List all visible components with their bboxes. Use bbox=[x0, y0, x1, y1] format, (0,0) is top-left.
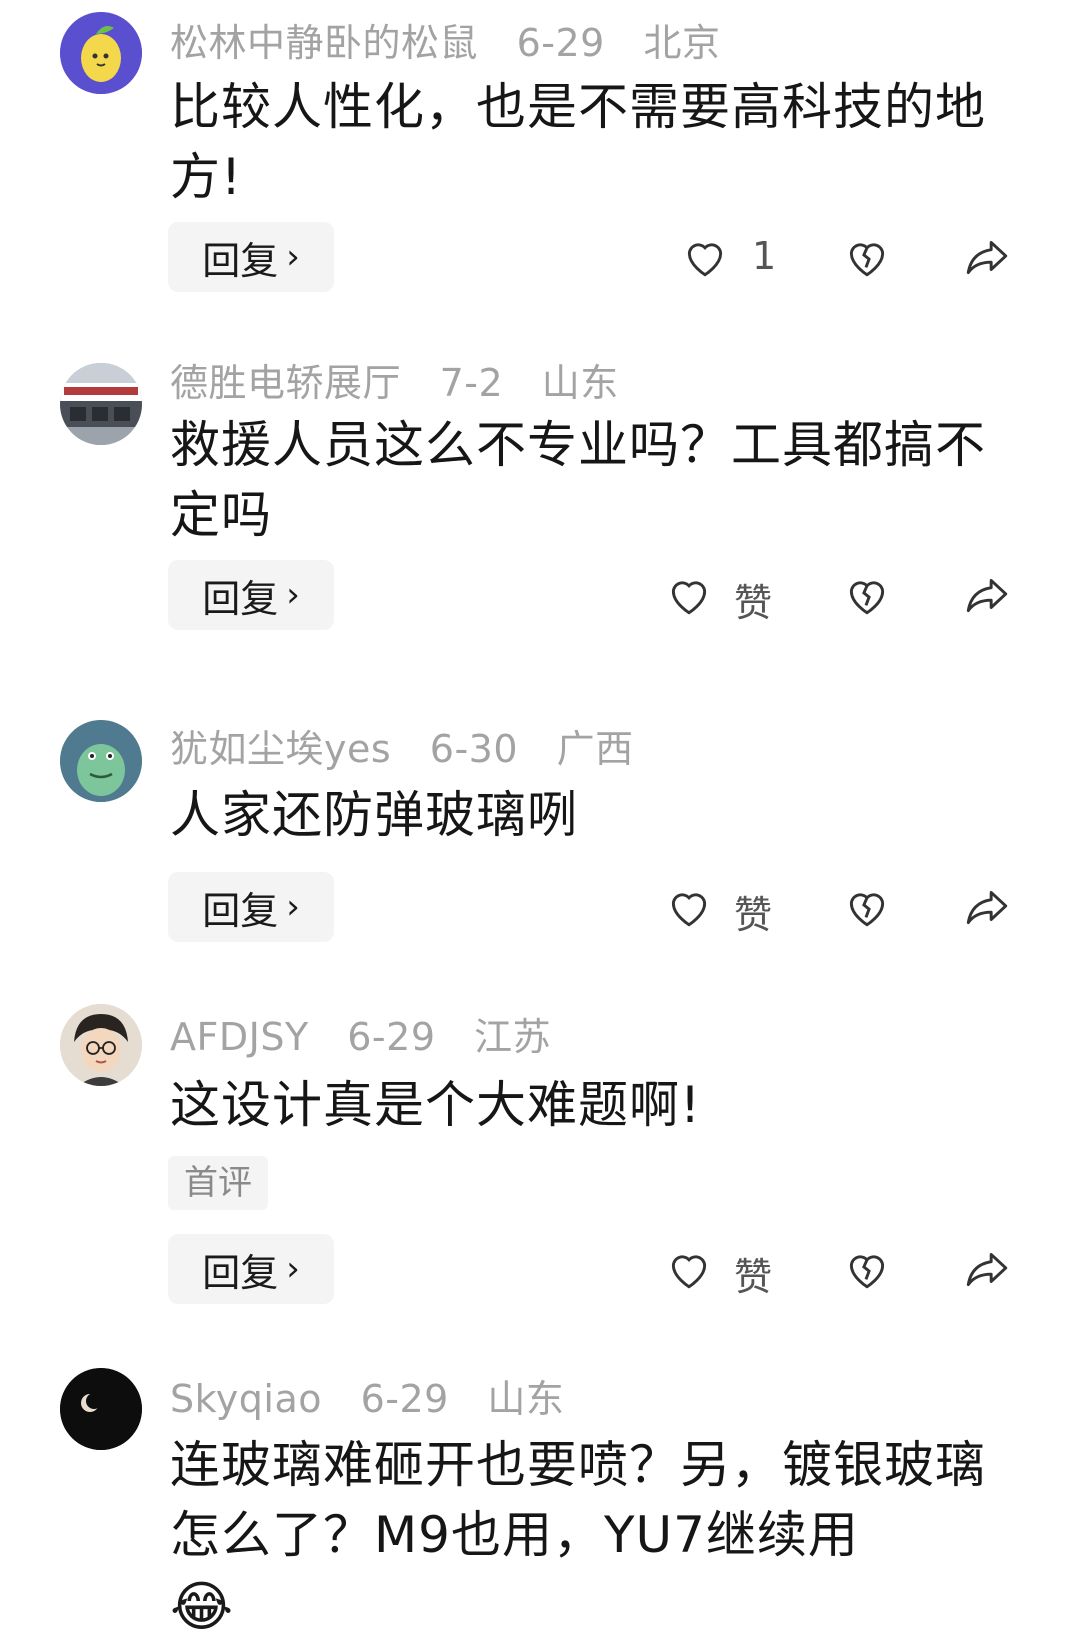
comment-text: 这设计真是个大难题啊! bbox=[170, 1076, 702, 1134]
share-button[interactable] bbox=[962, 232, 1012, 286]
avatar[interactable] bbox=[60, 1368, 142, 1450]
share-icon bbox=[966, 578, 1008, 613]
comment-location: 山东 bbox=[541, 361, 619, 405]
comment-text: 比较人性化，也是不需要高科技的地方! bbox=[170, 78, 986, 206]
comment-location: 山东 bbox=[487, 1377, 565, 1421]
like-button[interactable] bbox=[664, 1244, 714, 1298]
chevron-right-icon: › bbox=[286, 575, 300, 615]
reply-button[interactable]: 回复 › bbox=[168, 222, 334, 292]
first-comment-badge: 首评 bbox=[168, 1156, 268, 1210]
like-button[interactable] bbox=[680, 232, 730, 286]
broken-heart-icon bbox=[849, 581, 885, 615]
comment-meta: Skyqiao 6-29 山东 bbox=[170, 1368, 590, 1423]
comment-location: 北京 bbox=[643, 21, 721, 65]
like-count: 赞 bbox=[734, 581, 773, 625]
share-button[interactable] bbox=[962, 1244, 1012, 1298]
avatar[interactable] bbox=[60, 12, 142, 94]
username[interactable]: AFDJSY bbox=[170, 1015, 309, 1059]
comment-date: 6-30 bbox=[429, 727, 519, 771]
reply-label: 回复 bbox=[202, 1250, 279, 1295]
comment-meta: 犹如尘埃yes 6-30 广西 bbox=[170, 718, 660, 773]
comment-meta: 德胜电轿展厅 7-2 山东 bbox=[170, 352, 645, 407]
reply-button[interactable]: 回复 › bbox=[168, 1234, 334, 1304]
like-button[interactable] bbox=[664, 570, 714, 624]
comment-meta: AFDJSY 6-29 江苏 bbox=[170, 1006, 577, 1061]
reply-label: 回复 bbox=[202, 888, 279, 933]
username[interactable]: 德胜电轿展厅 bbox=[170, 361, 401, 405]
broken-heart-icon bbox=[849, 893, 885, 927]
heart-icon bbox=[687, 243, 723, 277]
moon-avatar-icon bbox=[60, 1368, 142, 1450]
comment-meta: 松林中静卧的松鼠 6-29 北京 bbox=[170, 12, 746, 67]
avatar[interactable] bbox=[60, 1004, 142, 1086]
dislike-button[interactable] bbox=[842, 232, 892, 286]
comment-date: 7-2 bbox=[439, 361, 504, 405]
laughing-emoji: 😂 bbox=[170, 1575, 234, 1638]
comment-location: 江苏 bbox=[474, 1015, 552, 1059]
reply-label: 回复 bbox=[202, 576, 279, 621]
comment-location: 广西 bbox=[556, 727, 634, 771]
dinosaur-avatar-icon bbox=[60, 720, 142, 802]
avatar[interactable] bbox=[60, 720, 142, 802]
chevron-right-icon: › bbox=[286, 237, 300, 277]
lemon-avatar-icon bbox=[60, 12, 142, 94]
storefront-avatar-icon bbox=[60, 363, 142, 445]
heart-icon bbox=[671, 1255, 707, 1289]
comment-text: 救援人员这么不专业吗？工具都搞不定吗 bbox=[170, 416, 986, 544]
dislike-button[interactable] bbox=[842, 570, 892, 624]
like-count: 1 bbox=[752, 234, 777, 278]
comment-text: 连玻璃难砸开也要喷？另，镀银玻璃怎么了？M9也用，YU7继续用 bbox=[170, 1436, 986, 1564]
chevron-right-icon: › bbox=[286, 1249, 300, 1289]
comment-date: 6-29 bbox=[360, 1377, 449, 1421]
like-count: 赞 bbox=[734, 1255, 773, 1299]
share-icon bbox=[966, 890, 1008, 925]
comment-text: 人家还防弹玻璃咧 bbox=[170, 786, 578, 844]
like-button[interactable] bbox=[664, 882, 714, 936]
heart-icon bbox=[671, 581, 707, 615]
share-icon bbox=[966, 1252, 1008, 1287]
reply-label: 回复 bbox=[202, 238, 279, 283]
comment-date: 6-29 bbox=[347, 1015, 436, 1059]
comment-date: 6-29 bbox=[516, 21, 605, 65]
cartoon-boy-avatar-icon bbox=[60, 1004, 142, 1086]
username[interactable]: Skyqiao bbox=[170, 1377, 322, 1421]
username[interactable]: 松林中静卧的松鼠 bbox=[170, 21, 478, 65]
dislike-button[interactable] bbox=[842, 1244, 892, 1298]
chevron-right-icon: › bbox=[286, 887, 300, 927]
reply-button[interactable]: 回复 › bbox=[168, 872, 334, 942]
reply-button[interactable]: 回复 › bbox=[168, 560, 334, 630]
broken-heart-icon bbox=[849, 1255, 885, 1289]
share-button[interactable] bbox=[962, 570, 1012, 624]
username[interactable]: 犹如尘埃yes bbox=[170, 727, 391, 771]
like-count: 赞 bbox=[734, 893, 773, 937]
share-button[interactable] bbox=[962, 882, 1012, 936]
broken-heart-icon bbox=[849, 243, 885, 277]
dislike-button[interactable] bbox=[842, 882, 892, 936]
avatar[interactable] bbox=[60, 363, 142, 445]
share-icon bbox=[966, 240, 1008, 275]
heart-icon bbox=[671, 893, 707, 927]
